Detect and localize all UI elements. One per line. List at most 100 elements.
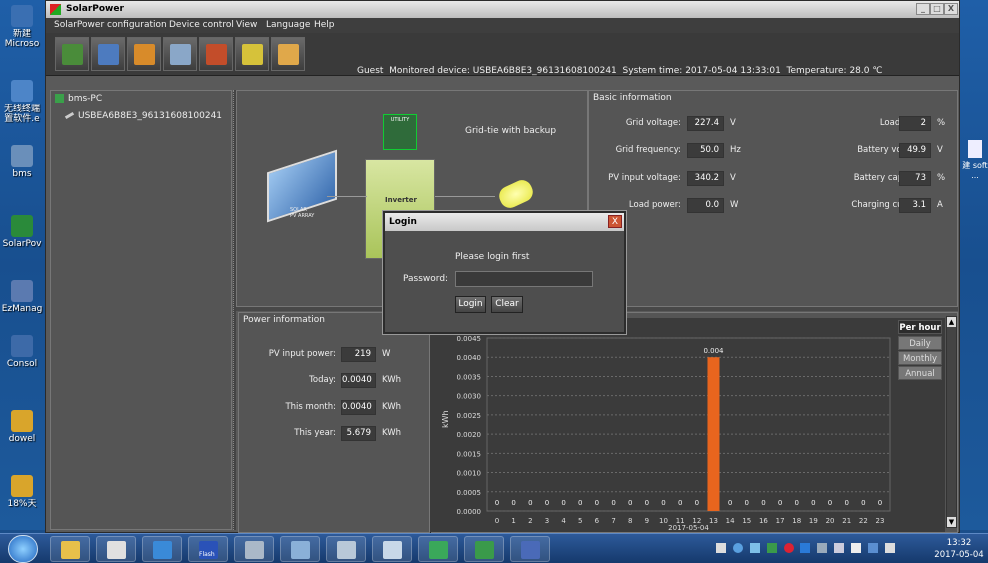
y-tick-label: 0.0005 (457, 489, 482, 497)
y-tick-label: 0.0045 (457, 335, 482, 343)
y-axis-label: kWh (441, 410, 450, 428)
y-tick-label: 0.0035 (457, 373, 482, 381)
power-label: This month: (285, 402, 336, 412)
chart-icon (62, 44, 83, 65)
tray-volume-icon[interactable] (851, 543, 861, 553)
toolbar-button-users[interactable] (271, 37, 305, 71)
taskbar-app-document[interactable] (326, 536, 366, 562)
x-tick-label: 22 (859, 517, 868, 525)
taskbar-app-editor[interactable] (510, 536, 550, 562)
shortcut-icon (11, 145, 33, 167)
basic-value: 227.4 (687, 116, 724, 131)
desktop-icon[interactable]: 新建 Microso (0, 5, 44, 49)
tray-app-icon[interactable] (800, 543, 811, 553)
tray-clock[interactable]: 13:32 2017-05-04 (932, 537, 986, 561)
tray-flag-icon[interactable] (817, 543, 828, 553)
taskbar-app-solarpower[interactable] (464, 536, 504, 562)
desktop-icon[interactable]: 无线终端 置软件.e (0, 80, 44, 124)
status-device-label: Monitored device: (389, 66, 470, 76)
desktop-icon[interactable]: EzManag (0, 280, 44, 314)
toolbar-button-monitor[interactable] (163, 37, 197, 71)
taskbar-app-window[interactable] (372, 536, 412, 562)
data-label: 0 (844, 499, 848, 507)
login-title-bar[interactable]: Login (385, 213, 624, 231)
data-label: 0 (761, 499, 765, 507)
tray-battery-icon[interactable] (716, 543, 726, 553)
data-label: 0 (778, 499, 782, 507)
taskbar-app-clock[interactable] (280, 536, 320, 562)
desktop-icon[interactable]: dowel (0, 410, 44, 444)
building-icon (206, 44, 227, 65)
toolbar-button-tools[interactable] (91, 37, 125, 71)
tray-help-icon[interactable] (732, 543, 743, 553)
taskbar-app-flash[interactable]: Flash (188, 536, 228, 562)
title-bar[interactable]: SolarPower _ □ X (46, 1, 959, 18)
tray-solar-icon[interactable] (766, 543, 777, 553)
x-tick-label: 2 (528, 517, 532, 525)
menu-help[interactable]: Help (314, 20, 335, 30)
x-tick-label: 4 (561, 517, 566, 525)
data-label: 0 (811, 499, 815, 507)
toolbar-button-building[interactable] (199, 37, 233, 71)
minimize-button[interactable]: _ (916, 3, 930, 15)
taskbar-app-calculator[interactable] (234, 536, 274, 562)
login-close-button[interactable]: X (608, 215, 622, 228)
password-input[interactable] (455, 271, 593, 287)
desktop-icon[interactable]: SolarPov (0, 215, 44, 249)
menu-device-control[interactable]: Device control (169, 20, 234, 30)
maximize-button[interactable]: □ (930, 3, 944, 15)
toolbar-button-report[interactable] (127, 37, 161, 71)
menu-language[interactable]: Language (266, 20, 310, 30)
x-tick-label: 14 (726, 517, 735, 525)
scroll-up-arrow-icon[interactable]: ▲ (947, 317, 956, 327)
tree-device[interactable]: USBEA6B8E3_96131608100241 (64, 111, 222, 121)
menu-view[interactable]: View (236, 20, 257, 30)
tray-display-icon[interactable] (834, 543, 845, 553)
x-tick-label: 17 (776, 517, 785, 525)
desktop-icon[interactable]: bms (0, 145, 44, 179)
pv-line (327, 196, 367, 197)
energy-chart: 0.0000 0.0005 0.0010 0.0015 0.0020 0.0025 0.00… (430, 318, 945, 532)
tray-network-icon[interactable] (749, 543, 760, 553)
desktop-icon-right[interactable]: 建 soft ... (962, 140, 988, 180)
bulb-icon (495, 176, 537, 212)
taskbar-app-spreadsheet[interactable] (418, 536, 458, 562)
tray-antivirus-icon[interactable] (783, 543, 794, 553)
basic-value: 340.2 (687, 171, 724, 186)
basic-unit: A (937, 200, 943, 210)
power-unit: KWh (382, 375, 402, 385)
data-label: 0 (528, 499, 532, 507)
power-unit: W (382, 349, 391, 359)
range-button-annual[interactable]: Annual (898, 366, 942, 380)
clear-button[interactable]: Clear (491, 296, 523, 313)
login-button[interactable]: Login (455, 296, 486, 313)
start-button[interactable] (8, 535, 38, 563)
close-button[interactable]: X (944, 3, 958, 15)
y-tick-label: 0.0020 (457, 431, 482, 439)
toolbar-button-chart[interactable] (55, 37, 89, 71)
range-button-monthly[interactable]: Monthly (898, 351, 942, 365)
taskbar-app-ie[interactable] (142, 536, 182, 562)
range-button-daily[interactable]: Daily (898, 336, 942, 350)
basic-unit: % (937, 173, 946, 183)
tray-keyboard-icon[interactable] (884, 543, 895, 553)
basic-value: 49.9 (899, 143, 931, 158)
x-tick-label: 5 (578, 517, 582, 525)
tray-ime-icon[interactable] (867, 543, 878, 553)
basic-unit: V (937, 145, 943, 155)
tree-root[interactable]: bms-PC (55, 94, 102, 104)
data-label: 0 (878, 499, 882, 507)
range-button-per-hour[interactable]: Per hour (898, 320, 942, 334)
desktop-icon[interactable]: Consol (0, 335, 44, 369)
power-unit: KWh (382, 402, 402, 412)
scroll-down-arrow-icon[interactable]: ▼ (947, 517, 956, 527)
desktop-icon[interactable]: 18%天 (0, 475, 44, 509)
toolbar-button-warning[interactable] (235, 37, 269, 71)
taskbar-app-folder[interactable] (50, 536, 90, 562)
chart-scrollbar[interactable]: ▲ ▼ (946, 316, 957, 528)
taskbar-app-app[interactable] (96, 536, 136, 562)
clock-icon (291, 541, 310, 559)
document-icon (337, 541, 356, 559)
login-dialog: Login X Please login first Password: Log… (383, 211, 626, 334)
menu-solarpower-configuration[interactable]: SolarPower configuration (54, 20, 167, 30)
